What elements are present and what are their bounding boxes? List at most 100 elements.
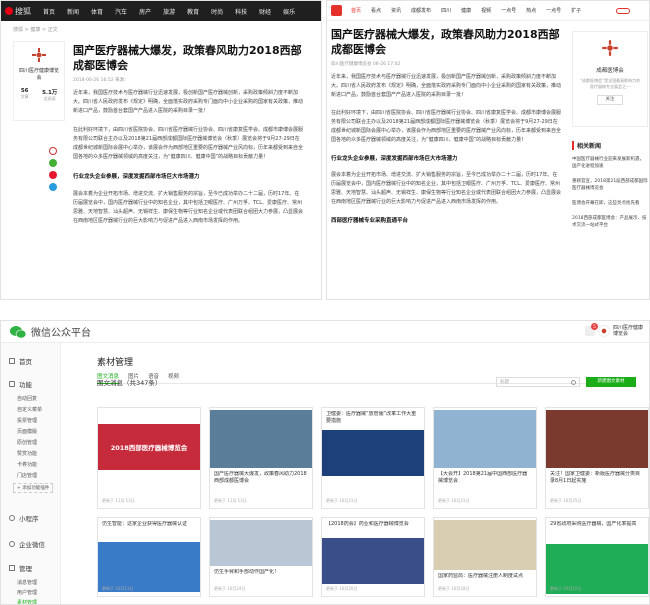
card-update-time: 更新于 10月25日 bbox=[550, 498, 582, 503]
notification-icon[interactable]: 5 bbox=[585, 323, 598, 336]
nav-item[interactable]: 首页 bbox=[351, 7, 361, 14]
card-cover-image bbox=[210, 520, 312, 566]
sidebar-function-item[interactable]: 卡券功能 bbox=[17, 461, 37, 468]
search-icon[interactable] bbox=[571, 379, 576, 385]
nav-item[interactable]: 科技 bbox=[235, 7, 247, 16]
sidebar-function-item[interactable]: 原创管理 bbox=[17, 439, 37, 446]
card-title: 29省政府采购医疗器械，国产化率提高 bbox=[550, 521, 637, 527]
related-news-item[interactable]: 医博会开幕在即，这些亮点抢先看 bbox=[572, 200, 648, 207]
sidebar-manage-item[interactable]: 消息管理 bbox=[17, 579, 37, 586]
material-card[interactable]: 国家药监局：医疗器械注册人制度试点 更新于 10月18日 bbox=[433, 517, 537, 597]
sidebar-wework[interactable]: 企业微信 bbox=[9, 539, 45, 549]
manage-icon bbox=[9, 565, 15, 571]
nav-item[interactable]: 一点号 bbox=[501, 7, 516, 14]
material-card[interactable]: 2018西部医疗器械博览会 更新于 11月 13日 bbox=[97, 407, 201, 509]
author-card: 四川医疗健康博览会 56 文章 5.1万 总阅读 bbox=[13, 41, 65, 121]
nav-item[interactable]: 财经 bbox=[259, 7, 271, 16]
nav-item[interactable]: 一点号 bbox=[546, 7, 561, 14]
article-body: 近年来，我国医疗技术与医疗器械行业迅速发展，极创新国产医疗器械创新，采购政策倾斜… bbox=[73, 89, 303, 226]
sidebar-function-item[interactable]: 自动回复 bbox=[17, 395, 37, 402]
nav-item[interactable]: 时尚 bbox=[211, 7, 223, 16]
new-article-button[interactable]: 新建图文素材 bbox=[586, 377, 636, 387]
material-card[interactable]: 卫健委：医疗器械“放管服”改革工作大重要措施 更新于 10月31日 bbox=[321, 407, 425, 509]
nav-item[interactable]: 四川 bbox=[441, 7, 451, 14]
nav-item[interactable]: 首页 bbox=[43, 7, 55, 16]
tab-video[interactable]: 视频 bbox=[168, 372, 179, 383]
card-update-time: 更新于 10月31日 bbox=[326, 498, 358, 503]
platform-name: 微信公众平台 bbox=[31, 328, 91, 339]
card-cover-image bbox=[322, 430, 424, 476]
page-title: 素材管理 bbox=[97, 358, 134, 368]
card-update-time: 更新于 10月11日 bbox=[102, 586, 134, 591]
nav-item[interactable]: 扩子 bbox=[571, 7, 581, 14]
material-card[interactable]: 国产医疗器械大爆发，政策春风助力2018西部成都医博会 更新于 11月 13日 bbox=[209, 407, 313, 509]
add-plugin-link[interactable]: + 添加功能插件 bbox=[13, 483, 54, 493]
material-card[interactable]: 关注！国家卫健委：新版医疗器械分类目录8月1日起实施 更新于 10月25日 bbox=[545, 407, 649, 509]
card-title: 国家药监局：医疗器械注册人制度试点 bbox=[438, 573, 524, 579]
related-news-item[interactable]: 中国医疗器械行业迎来发展新机遇，国产化进程加速 bbox=[572, 156, 648, 170]
nav-item[interactable]: 体育 bbox=[91, 7, 103, 16]
author-name: 四川医疗健康博览会 bbox=[18, 68, 59, 81]
sidebar-function-item[interactable]: 门店管理 bbox=[17, 472, 37, 479]
material-card[interactable]: 【2018药会】药业和医疗器械博览会 更新于 10月20日 bbox=[321, 517, 425, 597]
nav-item[interactable]: 资讯 bbox=[391, 7, 401, 14]
nav-item[interactable]: 旅游 bbox=[163, 7, 175, 16]
nav-item[interactable]: 教育 bbox=[187, 7, 199, 16]
wechat-share-icon[interactable] bbox=[49, 159, 57, 167]
material-card[interactable]: 29省政府采购医疗器械，国产化率提高 更新于 10月15日 bbox=[545, 517, 649, 597]
material-card[interactable]: 【大会开】2018第21届中国西部医疗器械博览会 更新于 10月31日 bbox=[433, 407, 537, 509]
nav-item[interactable]: 新闻 bbox=[67, 7, 79, 16]
related-news-item[interactable]: 重磅官宣，2018第21届西部成都国际医疗器械博览会 bbox=[572, 178, 648, 192]
search-input[interactable]: 标题 bbox=[500, 379, 571, 385]
sidebar-manage[interactable]: 管理 bbox=[9, 563, 32, 573]
sidebar-function-item[interactable]: 自定义菜单 bbox=[17, 406, 42, 413]
nav-item[interactable]: 房产 bbox=[139, 7, 151, 16]
sidebar-manage-item[interactable]: 素材管理 bbox=[17, 599, 37, 604]
nav-item[interactable]: 成都发布 bbox=[411, 7, 431, 14]
article-body: 近年来，我国医疗技术与医疗器械行业迅速发展，极创新国产医疗器械创新，采购政策倾斜… bbox=[331, 73, 561, 224]
sidebar-function-item[interactable]: 赞赏功能 bbox=[17, 450, 37, 457]
sidebar-function[interactable]: 功能 bbox=[9, 379, 32, 389]
nav-item[interactable]: 热点 bbox=[526, 7, 536, 14]
sidebar-miniprogram[interactable]: 小程序 bbox=[9, 513, 39, 523]
nav-item[interactable]: 汽车 bbox=[115, 7, 127, 16]
wechat-sidebar: 首页 功能 自动回复 自定义菜单 投票管理 页面模版 原创管理 赞赏功能 卡券功能 门店管理 … bbox=[1, 343, 61, 604]
wechat-mp-screenshot: 微信公众平台 5 四川医疗健康博览会 首页 功能 自动回复自定义菜单投票管理页面… bbox=[0, 320, 650, 605]
article-title: 国产医疗器械大爆发，政策春风助力2018西部成都医博会 bbox=[73, 44, 302, 72]
material-card[interactable]: 仿生智能：这家企业获得医疗器械认证 更新于 10月11日 bbox=[97, 517, 201, 597]
card-banner-text: 2018西部医疗器械博览会 bbox=[110, 444, 188, 452]
card-update-time: 更新于 10月15日 bbox=[550, 586, 582, 591]
account-name[interactable]: 四川医疗健康博览会 bbox=[613, 325, 643, 337]
search-box[interactable]: 标题 bbox=[496, 377, 580, 387]
card-cover-image bbox=[434, 520, 536, 570]
sidebar-home[interactable]: 首页 bbox=[9, 356, 32, 366]
yidian-logo-icon[interactable] bbox=[331, 5, 342, 16]
related-news-item[interactable]: 2018西部成都医博会：产品展示、技术交流一站式平台 bbox=[572, 215, 648, 229]
comment-icon[interactable] bbox=[49, 147, 57, 155]
nav-item[interactable]: 娱乐 bbox=[283, 7, 295, 16]
follow-button[interactable]: 关注 bbox=[597, 95, 623, 105]
sidebar-function-item[interactable]: 页面模版 bbox=[17, 428, 37, 435]
article-meta: 2018-06-26 16:52 来源： bbox=[73, 78, 129, 83]
share-column bbox=[41, 147, 65, 191]
card-title: 国产医疗器械大爆发，政策春风助力2018西部成都医博会 bbox=[214, 471, 307, 484]
nav-item[interactable]: 健康 bbox=[461, 7, 471, 14]
sohu-logo[interactable]: 搜狐 bbox=[1, 6, 37, 17]
notification-badge: 5 bbox=[591, 323, 598, 330]
qq-share-icon[interactable] bbox=[49, 183, 57, 191]
author-desc: “成都医博会”是全国最具影响力的医疗器械专业展会之一 bbox=[579, 78, 641, 89]
search-icon[interactable] bbox=[616, 7, 630, 14]
material-card[interactable]: 仿生手臂和手部动作国产化！ 更新于 10月24日 bbox=[209, 517, 313, 597]
weibo-share-icon[interactable] bbox=[49, 171, 57, 179]
nav-item[interactable]: 看点 bbox=[371, 7, 381, 14]
stat-value-reads: 5.1万 bbox=[42, 90, 58, 96]
yidian-article-screenshot: 首页 看点 资讯 成都发布 四川 健康 视频 一点号 热点 一点号 扩子 国产医疗器械大爆发，政策春… bbox=[326, 0, 650, 300]
card-update-time: 更新于 10月31日 bbox=[438, 498, 470, 503]
account-avatar[interactable] bbox=[598, 325, 610, 337]
wechat-logo-icon bbox=[10, 325, 27, 338]
sidebar-function-item[interactable]: 投票管理 bbox=[17, 417, 37, 424]
author-name: 成都医博会 bbox=[596, 68, 624, 74]
sidebar-manage-item[interactable]: 用户管理 bbox=[17, 589, 37, 596]
wechat-header: 微信公众平台 5 四川医疗健康博览会 bbox=[1, 321, 649, 343]
nav-item[interactable]: 视频 bbox=[481, 7, 491, 14]
